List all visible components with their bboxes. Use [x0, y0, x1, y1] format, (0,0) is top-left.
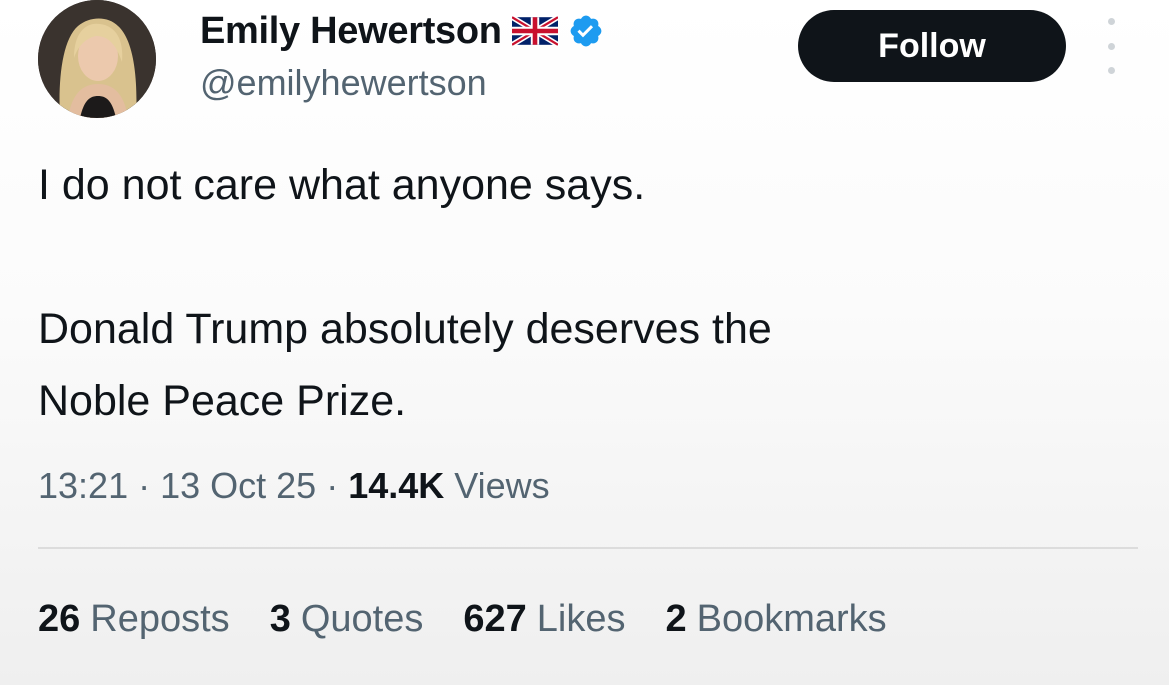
tweet-text-line: I do not care what anyone says.	[38, 161, 646, 209]
meta-separator: ·	[138, 465, 151, 506]
verified-badge-icon	[568, 13, 604, 49]
stat-count: 3	[269, 598, 291, 640]
meta-separator: ·	[326, 465, 339, 506]
stat-label: Quotes	[300, 598, 424, 640]
bookmarks-stat[interactable]: 2 Bookmarks	[665, 598, 886, 641]
tweet-date[interactable]: 13 Oct 25	[160, 465, 316, 507]
tweet-time[interactable]: 13:21	[38, 465, 128, 507]
tweet-text-line: Noble Peace Prize.	[38, 377, 407, 425]
stat-count: 26	[38, 598, 81, 640]
author-name-row: Emily Hewertson	[200, 6, 604, 56]
engagement-stats: 26 Reposts 3 Quotes 627 Likes 2 Bookmark…	[38, 598, 927, 641]
more-dot	[1107, 18, 1115, 25]
stat-label: Bookmarks	[696, 598, 887, 640]
reposts-stat[interactable]: 26 Reposts	[38, 598, 230, 641]
quotes-stat[interactable]: 3 Quotes	[270, 598, 424, 641]
divider	[38, 547, 1138, 549]
more-dot	[1107, 42, 1115, 50]
stat-count: 2	[665, 598, 687, 640]
views-count: 14.4K	[348, 465, 445, 506]
stat-label: Reposts	[90, 598, 230, 640]
author-name[interactable]: Emily Hewertson	[200, 10, 502, 53]
tweet-card: Emily Hewertson @emilyhewertson Follow I…	[0, 0, 1169, 685]
tweet-text-line: Donald Trump absolutely deserves the	[38, 305, 772, 353]
likes-stat[interactable]: 627 Likes	[463, 598, 625, 641]
more-options-icon[interactable]	[1096, 18, 1126, 74]
more-dot	[1107, 67, 1115, 74]
follow-button[interactable]: Follow	[798, 10, 1066, 82]
tweet-meta: 13:21 · 13 Oct 25 · 14.4K Views	[38, 465, 550, 507]
stat-count: 627	[463, 598, 527, 640]
author-handle[interactable]: @emilyhewertson	[200, 62, 487, 104]
views-label: Views	[454, 465, 550, 506]
avatar[interactable]	[38, 0, 156, 118]
uk-flag-icon	[511, 16, 558, 46]
stat-label: Likes	[536, 598, 626, 640]
